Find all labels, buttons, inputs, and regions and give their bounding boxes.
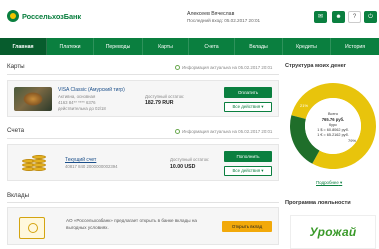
- bank-logo[interactable]: РоссельхозБанк: [7, 10, 81, 22]
- account-actions-button[interactable]: Все действия ▾: [224, 166, 272, 176]
- open-deposit-button[interactable]: Открыть вклад: [222, 221, 272, 232]
- divider: [7, 202, 279, 203]
- logout-button[interactable]: ⏻: [364, 11, 377, 23]
- logout-icon: ⏻: [368, 14, 373, 20]
- money-structure-title: Структура моих денег: [285, 63, 347, 69]
- user-name[interactable]: Алексеев Вячеслав: [187, 11, 234, 17]
- chevron-down-icon: ▾: [340, 180, 343, 185]
- card-number: 4163 84** **** 6376: [58, 100, 96, 105]
- refresh-icon[interactable]: [175, 129, 180, 134]
- topup-button[interactable]: Пополнить: [224, 151, 272, 162]
- coins-icon: [22, 151, 50, 175]
- logo-icon: [7, 10, 19, 22]
- mail-icon: ✉: [317, 14, 324, 20]
- card-row: VISA Classic (Амурский тигр) Активна, ос…: [7, 80, 279, 117]
- card-balance: 182.79 RUR: [145, 100, 174, 106]
- pct-large-label: 79%: [348, 138, 357, 143]
- chat-icon: ☻: [335, 14, 342, 20]
- card-actions-button[interactable]: Все действия ▾: [224, 102, 272, 112]
- pct-small-label: 21%: [300, 103, 309, 108]
- deposits-title: Вклады: [7, 192, 30, 199]
- loyalty-title: Программа лояльности: [285, 200, 351, 206]
- deposit-row: АО «Россельхозбанк» предлагает открыть в…: [7, 207, 279, 245]
- safe-icon: [19, 217, 45, 239]
- accounts-title: Счета: [7, 127, 25, 134]
- pay-button[interactable]: Оплатить: [224, 87, 272, 98]
- accounts-sync-status: Информация актуальна на 05.02.2017 20:01: [175, 129, 272, 134]
- accounts-sync-text: Информация актуальна на 05.02.2017 20:01: [182, 129, 273, 134]
- chat-button[interactable]: ☻: [332, 11, 345, 23]
- account-name[interactable]: Текущий счет: [65, 157, 96, 163]
- cards-title: Карты: [7, 63, 25, 70]
- account-balance-label: Доступный остаток:: [170, 157, 210, 162]
- header: РоссельхозБанк Алексеев Вячеслав Последн…: [0, 0, 379, 36]
- main-nav: Главная Платежи Переводы Карты Счета Вкл…: [0, 38, 379, 55]
- details-link-text[interactable]: Подробнее: [316, 180, 339, 185]
- nav-item-cards[interactable]: Карты: [143, 38, 189, 55]
- nav-item-deposits[interactable]: Вклады: [235, 38, 283, 55]
- card-expiry: действительна до 02/18: [58, 106, 106, 111]
- card-status: Активна, основная: [58, 94, 96, 99]
- nav-item-credits[interactable]: Кредиты: [283, 38, 331, 55]
- nav-item-home[interactable]: Главная: [0, 38, 47, 55]
- last-visit: Последний вход: 05.02.2017 20:01: [187, 18, 261, 23]
- nav-item-transfers[interactable]: Переводы: [94, 38, 143, 55]
- divider: [7, 74, 279, 75]
- cards-sync-text: Информация актуальна на 05.02.2017 20:01: [182, 65, 273, 70]
- account-balance: 10.00 USD: [170, 164, 196, 170]
- nav-item-payments[interactable]: Платежи: [47, 38, 94, 55]
- mail-button[interactable]: ✉: [314, 11, 327, 23]
- nav-item-accounts[interactable]: Счета: [189, 38, 235, 55]
- refresh-icon[interactable]: [175, 65, 180, 70]
- donut-center-info: Всего 765.76 руб. Курс 1 $ = 60.8062 руб…: [306, 112, 360, 138]
- help-button[interactable]: ?: [348, 11, 361, 23]
- card-image[interactable]: [14, 87, 52, 111]
- account-number: 40817 840 2000000002394: [65, 164, 118, 169]
- details-link[interactable]: Подробнее ▾: [316, 180, 342, 186]
- help-icon: ?: [352, 14, 357, 20]
- urozhay-logo: Урожай: [309, 225, 357, 239]
- nav-item-history[interactable]: История: [331, 38, 379, 55]
- cards-sync-status: Информация актуальна на 05.02.2017 20:01: [175, 65, 272, 70]
- divider: [7, 138, 279, 139]
- loyalty-banner[interactable]: Урожай: [290, 215, 376, 249]
- card-name[interactable]: VISA Classic (Амурский тигр): [58, 87, 125, 93]
- account-row: Текущий счет 40817 840 2000000002394 Дос…: [7, 144, 279, 181]
- card-balance-label: Доступный остаток:: [145, 94, 185, 99]
- bank-name: РоссельхозБанк: [22, 11, 81, 21]
- deposit-offer-text: АО «Россельхозбанк» предлагает открыть в…: [66, 218, 197, 230]
